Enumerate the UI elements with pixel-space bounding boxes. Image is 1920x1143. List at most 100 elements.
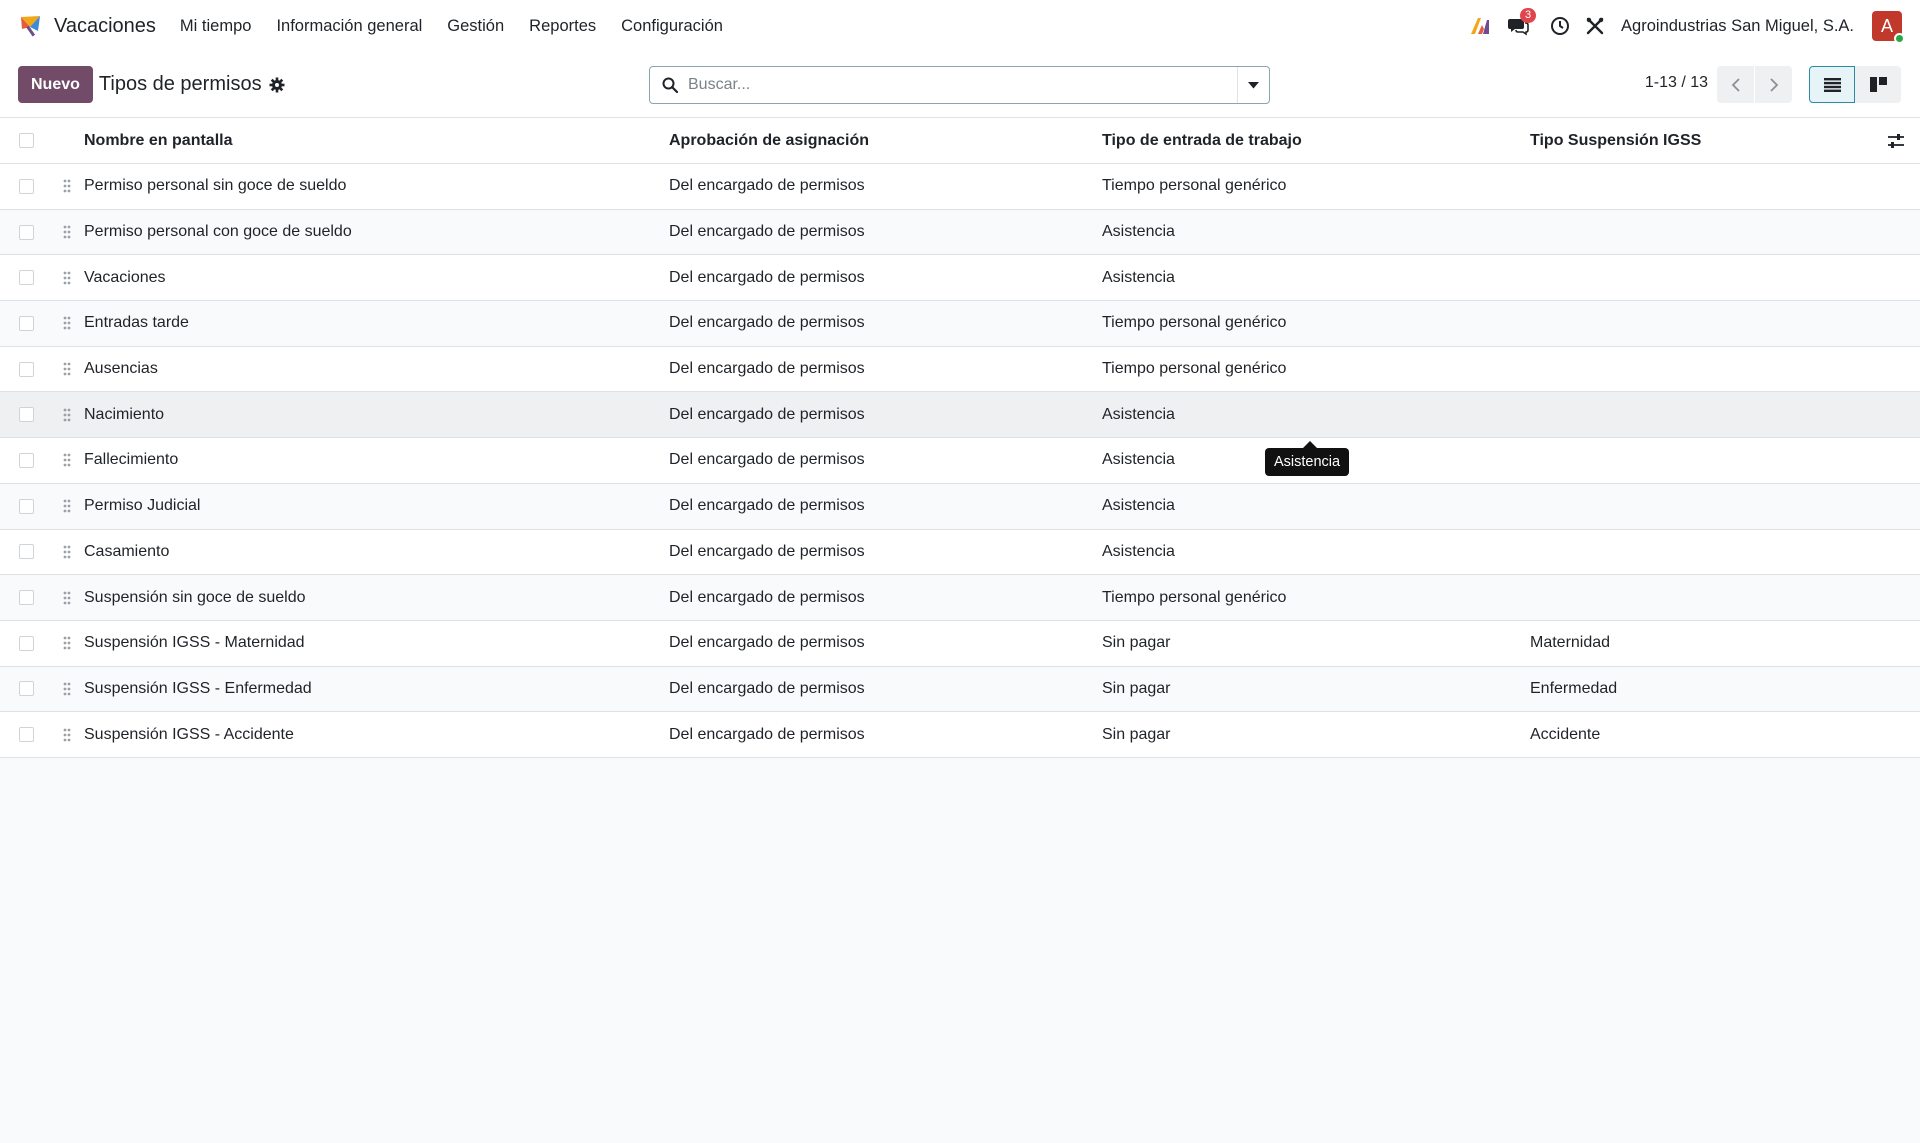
table-row[interactable]: Suspensión IGSS - Enfermedad Del encarga… xyxy=(0,666,1920,713)
online-status-dot xyxy=(1894,33,1905,44)
cell-work-entry: Tiempo personal genérico xyxy=(1102,360,1287,378)
row-checkbox[interactable] xyxy=(18,452,34,468)
table-row[interactable]: Fallecimiento Del encargado de permisos … xyxy=(0,438,1920,484)
page-title: Tipos de permisos xyxy=(98,73,262,95)
row-checkbox-cell xyxy=(0,544,50,560)
table-row[interactable]: Vacaciones Del encargado de permisos Asi… xyxy=(0,255,1920,302)
table-row[interactable]: Nacimiento Del encargado de permisos Asi… xyxy=(0,392,1920,439)
table-row[interactable]: Suspensión sin goce de sueldo Del encarg… xyxy=(0,575,1920,621)
row-checkbox[interactable] xyxy=(18,590,34,606)
app-name[interactable]: Vacaciones xyxy=(54,15,156,38)
row-checkbox[interactable] xyxy=(18,361,34,377)
cell-name: Permiso Judicial xyxy=(84,497,201,515)
menu-configuracion[interactable]: Configuración xyxy=(621,17,723,36)
row-checkbox[interactable] xyxy=(18,498,34,514)
menu-informacion-general[interactable]: Información general xyxy=(276,17,422,36)
cell-approval: Del encargado de permisos xyxy=(669,268,865,286)
menu-mi-tiempo[interactable]: Mi tiempo xyxy=(180,17,252,36)
row-checkbox-cell xyxy=(0,178,50,194)
table-row[interactable]: Entradas tarde Del encargado de permisos… xyxy=(0,301,1920,347)
search-options-toggle[interactable] xyxy=(1237,67,1269,103)
search-bar xyxy=(649,66,1270,104)
user-avatar[interactable]: A xyxy=(1872,11,1905,44)
row-checkbox[interactable] xyxy=(18,635,34,651)
gear-icon[interactable] xyxy=(269,77,285,93)
drag-handle-icon[interactable] xyxy=(50,682,84,696)
table-row[interactable]: Permiso personal con goce de sueldo Del … xyxy=(0,209,1920,256)
chevron-left-icon xyxy=(1731,77,1740,92)
drag-handle-icon[interactable] xyxy=(50,225,84,239)
column-options-icon[interactable] xyxy=(1872,133,1920,149)
row-checkbox[interactable] xyxy=(18,270,34,286)
select-all-checkbox[interactable] xyxy=(18,133,34,148)
view-switcher xyxy=(1809,66,1901,103)
row-checkbox-cell xyxy=(0,590,50,606)
messages-icon[interactable]: 3 xyxy=(1506,8,1537,38)
cell-work-entry: Asistencia xyxy=(1102,268,1175,286)
search-input[interactable] xyxy=(688,67,1237,103)
column-header-igss[interactable]: Tipo Suspensión IGSS xyxy=(1530,132,1872,150)
row-checkbox[interactable] xyxy=(18,544,34,560)
clock-icon[interactable] xyxy=(1548,14,1572,38)
row-checkbox-cell xyxy=(0,315,50,331)
row-checkbox[interactable] xyxy=(18,681,34,697)
drag-handle-icon[interactable] xyxy=(50,453,84,467)
cell-name: Entradas tarde xyxy=(84,314,189,332)
table-row[interactable]: Suspensión IGSS - Accidente Del encargad… xyxy=(0,712,1920,758)
chevron-right-icon xyxy=(1769,77,1778,92)
row-checkbox[interactable] xyxy=(18,407,34,423)
menu-reportes[interactable]: Reportes xyxy=(529,17,596,36)
cell-name: Casamiento xyxy=(84,542,170,560)
list-view-button[interactable] xyxy=(1809,66,1855,103)
avatar-letter: A xyxy=(1880,15,1893,36)
row-checkbox[interactable] xyxy=(18,178,34,194)
new-button[interactable]: Nuevo xyxy=(18,66,93,103)
table-row[interactable]: Casamiento Del encargado de permisos Asi… xyxy=(0,530,1920,576)
table-row[interactable]: Ausencias Del encargado de permisos Tiem… xyxy=(0,347,1920,393)
company-switcher[interactable]: Agroindustrias San Miguel, S.A. xyxy=(1621,17,1854,36)
control-panel: Nuevo Tipos de permisos 1-13 xyxy=(0,52,1920,118)
pager-buttons xyxy=(1717,66,1792,103)
pager-next-button[interactable] xyxy=(1755,66,1792,103)
row-checkbox-cell xyxy=(0,452,50,468)
vacaciones-app-icon[interactable] xyxy=(18,13,44,39)
row-checkbox[interactable] xyxy=(18,315,34,331)
cell-approval: Del encargado de permisos xyxy=(669,588,865,606)
cell-approval: Del encargado de permisos xyxy=(669,497,865,515)
column-header-approval[interactable]: Aprobación de asignación xyxy=(669,132,1102,150)
table-row[interactable]: Permiso personal sin goce de sueldo Del … xyxy=(0,164,1920,210)
drag-handle-icon[interactable] xyxy=(50,545,84,559)
drag-handle-icon[interactable] xyxy=(50,591,84,605)
row-checkbox-cell xyxy=(0,498,50,514)
caret-down-icon xyxy=(1248,81,1259,88)
cell-approval: Del encargado de permisos xyxy=(669,314,865,332)
drag-handle-icon[interactable] xyxy=(50,728,84,742)
top-navbar: Vacaciones Mi tiempo Información general… xyxy=(0,0,1920,52)
drag-handle-icon[interactable] xyxy=(50,271,84,285)
cell-approval: Del encargado de permisos xyxy=(669,725,865,743)
table-row[interactable]: Suspensión IGSS - Maternidad Del encarga… xyxy=(0,621,1920,667)
pager-previous-button[interactable] xyxy=(1717,66,1754,103)
drag-handle-icon[interactable] xyxy=(50,316,84,330)
column-header-work-entry[interactable]: Tipo de entrada de trabajo xyxy=(1102,132,1530,150)
table-row[interactable]: Permiso Judicial Del encargado de permis… xyxy=(0,483,1920,530)
cell-approval: Del encargado de permisos xyxy=(669,542,865,560)
drag-handle-icon[interactable] xyxy=(50,362,84,376)
drag-handle-icon[interactable] xyxy=(50,179,84,193)
cell-approval: Del encargado de permisos xyxy=(669,679,865,697)
tools-icon[interactable] xyxy=(1583,14,1607,38)
cell-approval: Del encargado de permisos xyxy=(669,451,865,469)
menu-gestion[interactable]: Gestión xyxy=(447,17,504,36)
row-checkbox[interactable] xyxy=(18,224,34,240)
cell-name: Permiso personal con goce de sueldo xyxy=(84,223,352,241)
row-checkbox[interactable] xyxy=(18,727,34,743)
drag-handle-icon[interactable] xyxy=(50,408,84,422)
drag-handle-icon[interactable] xyxy=(50,499,84,513)
column-header-name[interactable]: Nombre en pantalla xyxy=(84,132,669,150)
kanban-view-button[interactable] xyxy=(1855,66,1901,103)
ai-assistant-icon[interactable] xyxy=(1468,14,1492,38)
pager-value[interactable]: 1-13 / 13 xyxy=(1645,74,1708,92)
drag-handle-icon[interactable] xyxy=(50,636,84,650)
leave-types-table: Nombre en pantalla Aprobación de asignac… xyxy=(0,118,1920,758)
cell-name: Suspensión IGSS - Enfermedad xyxy=(84,679,312,697)
